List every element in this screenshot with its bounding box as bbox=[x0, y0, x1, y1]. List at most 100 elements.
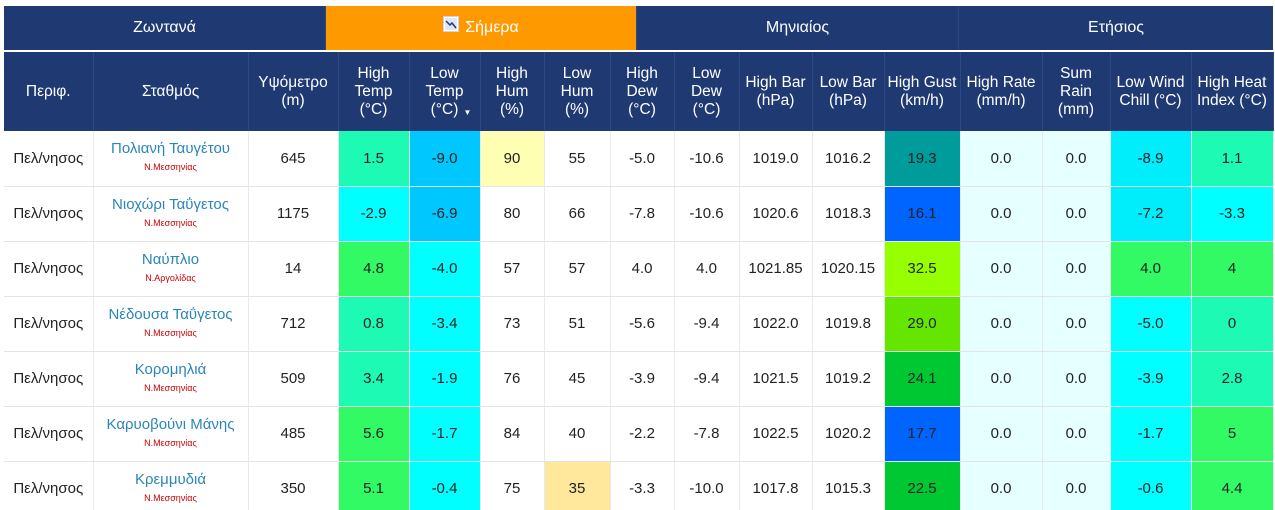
altitude-cell: 509 bbox=[248, 351, 339, 407]
col-altitude-header[interactable]: Υψόμετρο (m) bbox=[248, 52, 339, 131]
low-bar-cell: 1020.2 bbox=[812, 406, 885, 462]
low-dew-cell: -7.8 bbox=[674, 406, 740, 462]
col-high-rate-header[interactable]: High Rate (mm/h) bbox=[960, 52, 1043, 131]
low-bar-cell: 1019.8 bbox=[812, 296, 885, 352]
table-body: Πελ/νησος Πολιανή Ταυγέτου Ν.Μεσσηνίας 645 1… bbox=[4, 131, 1274, 510]
tab-live-label: Ζωντανά bbox=[133, 19, 196, 36]
low-temp-cell: -9.0 bbox=[409, 131, 481, 187]
prefecture-label: Ν.Μεσσηνίας bbox=[144, 437, 197, 448]
station-link[interactable]: Νιοχώρι Ταΰγετος bbox=[94, 196, 248, 213]
high-hum-cell: 80 bbox=[480, 186, 545, 242]
station-link[interactable]: Καρυοβούνι Μάνης bbox=[94, 416, 248, 433]
high-temp-cell: 0.8 bbox=[338, 296, 410, 352]
high-hum-cell: 76 bbox=[480, 351, 545, 407]
low-dew-cell: 4.0 bbox=[674, 241, 740, 297]
header-label: High bbox=[357, 64, 390, 82]
col-high-dew-header[interactable]: High Dew (°C) bbox=[610, 52, 675, 131]
station-cell: Νιοχώρι Ταΰγετος Ν.Μεσσηνίας bbox=[93, 186, 249, 242]
header-label: (hPa) bbox=[756, 91, 795, 109]
low-dew-cell: -10.6 bbox=[674, 186, 740, 242]
high-heat-index-cell: -3.3 bbox=[1191, 186, 1274, 242]
region-cell: Πελ/νησος bbox=[4, 296, 94, 352]
high-rate-cell: 0.0 bbox=[960, 461, 1043, 510]
high-heat-index-cell: 1.1 bbox=[1191, 131, 1274, 187]
col-high-bar-header[interactable]: High Bar (hPa) bbox=[739, 52, 813, 131]
station-cell: Νέδουσα Ταΰγετος Ν.Μεσσηνίας bbox=[93, 296, 249, 352]
station-link[interactable]: Κρεμμυδιά bbox=[94, 471, 248, 488]
low-wind-chill-cell: -8.9 bbox=[1110, 131, 1192, 187]
header-label: High Bar bbox=[745, 73, 806, 91]
col-sum-rain-header[interactable]: Sum Rain (mm) bbox=[1042, 52, 1111, 131]
table-row: Πελ/νησος Ναύπλιο Ν.Αργολίδας 14 4.8 -4.0 57 57… bbox=[4, 241, 1274, 297]
high-hum-cell: 75 bbox=[480, 461, 545, 510]
col-station-header[interactable]: Σταθμός bbox=[93, 52, 249, 131]
col-high-heat-index-header[interactable]: High Heat Index (°C) bbox=[1191, 52, 1274, 131]
tab-today[interactable]: Σήμερα bbox=[325, 6, 636, 50]
region-cell: Πελ/νησος bbox=[4, 241, 94, 297]
header-label: Low bbox=[430, 64, 459, 82]
high-hum-cell: 73 bbox=[480, 296, 545, 352]
high-temp-cell: 5.1 bbox=[338, 461, 410, 510]
sum-rain-cell: 0.0 bbox=[1042, 351, 1111, 407]
station-link[interactable]: Νέδουσα Ταΰγετος bbox=[94, 306, 248, 323]
header-label: (%) bbox=[499, 100, 525, 118]
header-label: (mm) bbox=[1057, 100, 1095, 118]
header-label: Σταθμός bbox=[141, 82, 200, 100]
low-wind-chill-cell: -1.7 bbox=[1110, 406, 1192, 462]
header-label: Chill (°C) bbox=[1119, 91, 1182, 109]
header-label: Low Wind bbox=[1116, 73, 1185, 91]
high-temp-cell: 4.8 bbox=[338, 241, 410, 297]
low-bar-cell: 1019.2 bbox=[812, 351, 885, 407]
header-label: High bbox=[626, 64, 658, 82]
prefecture-label: Ν.Μεσσηνίας bbox=[144, 492, 197, 503]
col-high-hum-header[interactable]: High Hum (%) bbox=[480, 52, 545, 131]
low-hum-cell: 55 bbox=[544, 131, 611, 187]
header-label: (hPa) bbox=[829, 91, 867, 109]
header-label: Dew bbox=[690, 82, 722, 100]
header-label: (km/h) bbox=[900, 91, 944, 109]
sum-rain-cell: 0.0 bbox=[1042, 186, 1111, 242]
station-link[interactable]: Ναύπλιο bbox=[94, 251, 248, 268]
low-wind-chill-cell: -5.0 bbox=[1110, 296, 1192, 352]
col-low-wind-chill-header[interactable]: Low Wind Chill (°C) bbox=[1110, 52, 1192, 131]
altitude-cell: 14 bbox=[248, 241, 339, 297]
low-wind-chill-cell: -7.2 bbox=[1110, 186, 1192, 242]
header-label: Hum bbox=[495, 82, 529, 100]
header-label: High bbox=[496, 64, 528, 82]
high-temp-cell: 3.4 bbox=[338, 351, 410, 407]
header-label: Low bbox=[562, 64, 592, 82]
table-row: Πελ/νησος Κορομηλιά Ν.Μεσσηνίας 509 3.4 -1.9 7… bbox=[4, 351, 1274, 407]
tab-monthly[interactable]: Μηνιαίος bbox=[636, 6, 958, 50]
low-hum-cell: 57 bbox=[544, 241, 611, 297]
col-high-gust-header[interactable]: High Gust (km/h) bbox=[884, 52, 961, 131]
high-rate-cell: 0.0 bbox=[960, 186, 1043, 242]
col-low-dew-header[interactable]: Low Dew (°C) bbox=[674, 52, 740, 131]
tab-live[interactable]: Ζωντανά bbox=[4, 6, 325, 50]
altitude-cell: 645 bbox=[248, 131, 339, 187]
header-label: (°C) bbox=[430, 100, 459, 118]
high-temp-cell: 5.6 bbox=[338, 406, 410, 462]
prefecture-label: Ν.Μεσσηνίας bbox=[144, 162, 197, 173]
high-temp-cell: -2.9 bbox=[338, 186, 410, 242]
prefecture-label: Ν.Αργολίδας bbox=[145, 272, 196, 283]
col-low-temp-header[interactable]: Low Temp (°C) ▼ bbox=[409, 52, 481, 131]
high-bar-cell: 1020.6 bbox=[739, 186, 813, 242]
tab-yearly[interactable]: Ετήσιος bbox=[958, 6, 1273, 50]
col-low-hum-header[interactable]: Low Hum (%) bbox=[544, 52, 611, 131]
table-row: Πελ/νησος Κρεμμυδιά Ν.Μεσσηνίας 350 5.1 -0.4 7… bbox=[4, 461, 1274, 510]
col-region-header[interactable]: Περιφ. bbox=[4, 52, 94, 131]
high-gust-cell: 17.7 bbox=[884, 406, 961, 462]
low-bar-cell: 1020.15 bbox=[812, 241, 885, 297]
header-label: High Rate bbox=[966, 73, 1036, 91]
station-link[interactable]: Πολιανή Ταυγέτου bbox=[94, 141, 248, 157]
col-low-bar-header[interactable]: Low Bar (hPa) bbox=[812, 52, 885, 131]
high-bar-cell: 1019.0 bbox=[739, 131, 813, 187]
header-label: High Gust bbox=[887, 73, 957, 91]
high-rate-cell: 0.0 bbox=[960, 131, 1043, 187]
high-rate-cell: 0.0 bbox=[960, 406, 1043, 462]
sort-descending-icon: ▼ bbox=[463, 108, 472, 117]
high-rate-cell: 0.0 bbox=[960, 241, 1043, 297]
col-high-temp-header[interactable]: High Temp (°C) bbox=[338, 52, 410, 131]
station-link[interactable]: Κορομηλιά bbox=[94, 361, 248, 378]
high-bar-cell: 1022.0 bbox=[739, 296, 813, 352]
